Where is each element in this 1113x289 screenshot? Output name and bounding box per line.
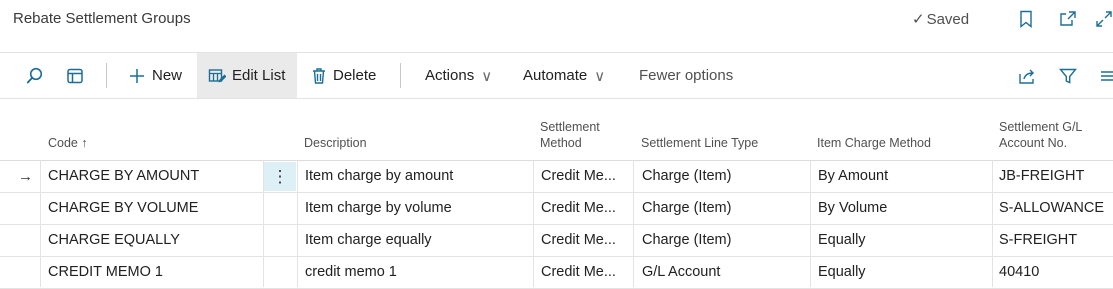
cell-description[interactable]: Item charge by amount: [305, 161, 530, 192]
table-row[interactable]: → CHARGE BY AMOUNT ⋮ Item charge by amou…: [0, 161, 1113, 193]
saved-status: ✓ Saved: [912, 10, 969, 28]
toolbar-separator: [400, 63, 401, 88]
plus-icon: [130, 68, 144, 83]
cell-item-charge-method[interactable]: Equally: [818, 225, 988, 256]
trash-icon: [313, 67, 325, 84]
column-header-code-label: Code: [48, 136, 78, 150]
more-options-icon: ⋮: [271, 166, 289, 186]
cell-settlement-line-type[interactable]: G/L Account: [642, 257, 807, 288]
cell-item-charge-method[interactable]: Equally: [818, 257, 988, 288]
cell-settlement-line-type[interactable]: Charge (Item): [642, 193, 807, 224]
analysis-view-icon: [67, 68, 83, 83]
fewer-options-label: Fewer options: [639, 67, 734, 84]
column-header-settlement-method-line2: Method: [540, 136, 582, 150]
cell-item-charge-method[interactable]: By Amount: [818, 161, 988, 192]
new-button[interactable]: New: [128, 53, 182, 98]
chevron-down-icon: ∨: [594, 67, 606, 85]
filter-button[interactable]: [1059, 53, 1077, 98]
delete-button-label: Delete: [333, 67, 377, 84]
table-row[interactable]: CHARGE BY VOLUME Item charge by volume C…: [0, 193, 1113, 225]
analysis-mode-button[interactable]: [66, 53, 86, 98]
column-header-gl-account-line1: Settlement G/L: [999, 120, 1083, 134]
delete-button[interactable]: Delete: [311, 53, 376, 98]
cell-gl-account[interactable]: S-FREIGHT: [999, 225, 1113, 256]
cell-settlement-method[interactable]: Credit Me...: [541, 161, 631, 192]
list-icon: [1101, 70, 1113, 81]
cell-settlement-method[interactable]: Credit Me...: [541, 225, 631, 256]
cell-settlement-method[interactable]: Credit Me...: [541, 257, 631, 288]
column-header-item-charge-method[interactable]: Item Charge Method: [817, 135, 931, 151]
cell-gl-account[interactable]: S-ALLOWANCE: [999, 193, 1113, 224]
automate-menu-label: Automate: [523, 67, 588, 84]
sort-ascending-icon: ↑: [81, 136, 88, 150]
cell-item-charge-method[interactable]: By Volume: [818, 193, 988, 224]
cell-code[interactable]: CHARGE EQUALLY: [48, 225, 260, 256]
action-bar: New Edit List Delete Actions ∨ Automate …: [0, 52, 1113, 99]
search-button[interactable]: [26, 53, 46, 98]
cell-code[interactable]: CREDIT MEMO 1: [48, 257, 260, 288]
cell-description[interactable]: Item charge equally: [305, 225, 530, 256]
page-title: Rebate Settlement Groups: [13, 10, 191, 27]
fewer-options-button[interactable]: Fewer options: [639, 53, 733, 98]
actions-menu-label: Actions: [425, 67, 475, 84]
column-header-description[interactable]: Description: [304, 135, 367, 151]
edit-list-button[interactable]: Edit List: [197, 53, 297, 98]
actions-menu[interactable]: Actions ∨: [425, 53, 492, 98]
share-icon: [1019, 69, 1034, 84]
table-row[interactable]: CHARGE EQUALLY Item charge equally Credi…: [0, 225, 1113, 257]
cell-gl-account[interactable]: 40410: [999, 257, 1113, 288]
table-row[interactable]: CREDIT MEMO 1 credit memo 1 Credit Me...…: [0, 257, 1113, 289]
title-bar: Rebate Settlement Groups ✓ Saved: [0, 0, 1113, 40]
bookmark-icon[interactable]: [1016, 9, 1036, 29]
search-icon: [26, 67, 43, 83]
column-header-code[interactable]: Code ↑: [48, 135, 88, 151]
row-menu-button[interactable]: ⋮: [264, 162, 296, 191]
edit-list-button-label: Edit List: [232, 67, 286, 84]
expand-icon[interactable]: [1094, 9, 1113, 29]
grid-header: Code ↑ Description Settlement Method Set…: [0, 97, 1113, 161]
share-button[interactable]: [1017, 53, 1037, 98]
column-header-settlement-method[interactable]: Settlement Method: [540, 119, 600, 151]
open-in-new-window-icon[interactable]: [1058, 9, 1078, 29]
toolbar-separator: [106, 63, 107, 88]
chevron-down-icon: ∨: [481, 67, 493, 85]
column-header-gl-account[interactable]: Settlement G/L Account No.: [999, 119, 1082, 151]
cell-code[interactable]: CHARGE BY AMOUNT: [48, 161, 260, 192]
saved-label: Saved: [926, 11, 970, 28]
cell-settlement-line-type[interactable]: Charge (Item): [642, 161, 807, 192]
automate-menu[interactable]: Automate ∨: [523, 53, 605, 98]
saved-check-icon: ✓: [912, 11, 925, 28]
edit-list-icon: [208, 68, 226, 82]
list-view-button[interactable]: [1100, 53, 1113, 98]
cell-gl-account[interactable]: JB-FREIGHT: [999, 161, 1113, 192]
current-row-arrow-icon: →: [18, 168, 33, 185]
filter-icon: [1059, 68, 1077, 84]
column-header-settlement-line-type[interactable]: Settlement Line Type: [641, 135, 758, 151]
cell-description[interactable]: credit memo 1: [305, 257, 530, 288]
cell-settlement-method[interactable]: Credit Me...: [541, 193, 631, 224]
cell-description[interactable]: Item charge by volume: [305, 193, 530, 224]
cell-code[interactable]: CHARGE BY VOLUME: [48, 193, 260, 224]
new-button-label: New: [152, 67, 183, 84]
column-header-gl-account-line2: Account No.: [999, 136, 1068, 150]
cell-settlement-line-type[interactable]: Charge (Item): [642, 225, 807, 256]
column-header-settlement-method-line1: Settlement: [540, 120, 600, 134]
